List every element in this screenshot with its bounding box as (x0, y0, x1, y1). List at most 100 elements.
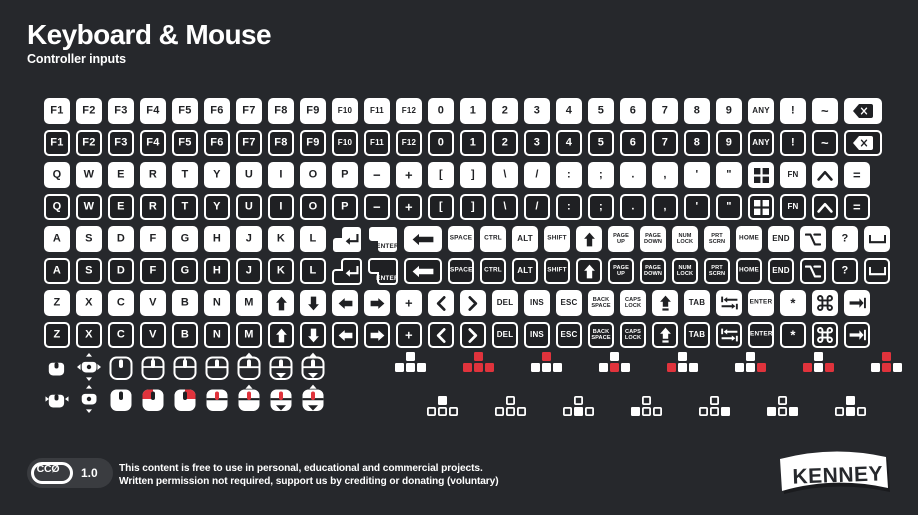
key-shift[interactable]: SHIFT (544, 226, 570, 252)
key-num-lock[interactable]: NUM LOCK (672, 226, 698, 252)
key-e[interactable]: E (108, 194, 134, 220)
key-t[interactable]: T (172, 194, 198, 220)
key-back-space[interactable]: BACK SPACE (588, 322, 614, 348)
key-spacebar[interactable] (864, 258, 890, 284)
key-[interactable]: + (396, 290, 422, 316)
key-f8[interactable]: F8 (268, 98, 294, 124)
key-u[interactable]: U (236, 194, 262, 220)
key-enter-text[interactable]: ENTER (368, 226, 398, 252)
key-command[interactable] (812, 290, 838, 316)
mouse-right-button-filled-icon[interactable] (172, 384, 198, 414)
key-[interactable]: , (652, 194, 678, 220)
key-3[interactable]: 3 (524, 130, 550, 156)
key-ins[interactable]: INS (524, 290, 550, 316)
key-[interactable]: ; (588, 194, 614, 220)
key-v[interactable]: V (140, 322, 166, 348)
key-tab[interactable]: TAB (684, 322, 710, 348)
key-f3[interactable]: F3 (108, 130, 134, 156)
key-x[interactable]: X (76, 290, 102, 316)
key-[interactable]: ~ (812, 98, 838, 124)
key-g[interactable]: G (172, 226, 198, 252)
key-[interactable]: ; (588, 162, 614, 188)
key-[interactable]: ! (780, 130, 806, 156)
key-u[interactable]: U (236, 162, 262, 188)
key-[interactable]: = (844, 194, 870, 220)
key-b[interactable]: B (172, 290, 198, 316)
key-shift-bar[interactable] (652, 322, 678, 348)
key-[interactable]: ' (684, 194, 710, 220)
key-[interactable]: : (556, 194, 582, 220)
key-esc[interactable]: ESC (556, 322, 582, 348)
key-num-lock[interactable]: NUM LOCK (672, 258, 698, 284)
key-l[interactable]: L (300, 226, 326, 252)
key-[interactable]: − (364, 162, 390, 188)
key-chevron-left[interactable] (428, 322, 454, 348)
key-windows[interactable] (748, 194, 774, 220)
key-prt-scrn[interactable]: PRT SCRN (704, 258, 730, 284)
key-n[interactable]: N (204, 322, 230, 348)
key-e[interactable]: E (108, 162, 134, 188)
wasd-cluster-right-icon[interactable] (735, 352, 771, 380)
key-5[interactable]: 5 (588, 130, 614, 156)
key-i[interactable]: I (268, 162, 294, 188)
key-caps-lock[interactable]: CAPS LOCK (620, 322, 646, 348)
key-2[interactable]: 2 (492, 130, 518, 156)
key-any[interactable]: ANY (748, 130, 774, 156)
key-fn[interactable]: FN (780, 162, 806, 188)
key-[interactable]: ' (684, 162, 710, 188)
key-m[interactable]: M (236, 322, 262, 348)
key-y[interactable]: Y (204, 194, 230, 220)
key-f2[interactable]: F2 (76, 98, 102, 124)
key-l[interactable]: L (300, 258, 326, 284)
key-q[interactable]: Q (44, 194, 70, 220)
key-g[interactable]: G (172, 258, 198, 284)
key-end[interactable]: END (768, 258, 794, 284)
key-alt[interactable]: ALT (512, 258, 538, 284)
key-[interactable]: + (396, 322, 422, 348)
key-a[interactable]: A (44, 258, 70, 284)
mouse-left-button-icon[interactable] (140, 352, 166, 382)
key-2[interactable]: 2 (492, 98, 518, 124)
key-9[interactable]: 9 (716, 130, 742, 156)
key-backspace[interactable] (844, 130, 882, 156)
key-caps-lock[interactable]: CAPS LOCK (620, 290, 646, 316)
key-f[interactable]: F (140, 258, 166, 284)
key-alt[interactable]: ALT (512, 226, 538, 252)
key-enter-arrow[interactable] (332, 226, 362, 252)
wasd-cluster-outline-right-icon[interactable] (699, 396, 735, 424)
key-arrow-left[interactable] (332, 322, 358, 348)
key-[interactable]: + (396, 162, 422, 188)
key-b[interactable]: B (172, 322, 198, 348)
key-arrow-left-wide[interactable] (404, 258, 442, 284)
wasd-cluster-outline-down-icon[interactable] (563, 396, 599, 424)
key-space[interactable]: SPACE (448, 226, 474, 252)
key-x[interactable]: X (76, 322, 102, 348)
key-v[interactable]: V (140, 290, 166, 316)
key-[interactable]: . (620, 162, 646, 188)
key-arrow-left[interactable] (332, 290, 358, 316)
key-[interactable]: * (780, 290, 806, 316)
wasd-cluster-outline-updown-icon[interactable] (835, 396, 871, 424)
wasd-cluster-none-icon[interactable] (395, 352, 431, 380)
key-arrow-down[interactable] (300, 290, 326, 316)
key-j[interactable]: J (236, 226, 262, 252)
wasd-cluster-left-icon[interactable] (667, 352, 703, 380)
mouse-small-horizontal-icon[interactable] (44, 384, 70, 414)
key-a[interactable]: A (44, 226, 70, 252)
mouse-small-icon[interactable] (44, 352, 70, 382)
wasd-cluster-outline-up-icon[interactable] (427, 396, 463, 424)
key-end[interactable]: END (768, 226, 794, 252)
key-h[interactable]: H (204, 226, 230, 252)
key-[interactable]: − (364, 194, 390, 220)
key-[interactable]: ! (780, 98, 806, 124)
key-[interactable]: ] (460, 162, 486, 188)
key-[interactable]: = (844, 162, 870, 188)
key-arrow-right[interactable] (364, 322, 390, 348)
key-f1[interactable]: F1 (44, 130, 70, 156)
key-f4[interactable]: F4 (140, 130, 166, 156)
key-back-space[interactable]: BACK SPACE (588, 290, 614, 316)
wasd-cluster-leftright-icon[interactable] (803, 352, 839, 380)
key-[interactable]: ? (832, 226, 858, 252)
key-f7[interactable]: F7 (236, 130, 262, 156)
key-arrow-right[interactable] (364, 290, 390, 316)
